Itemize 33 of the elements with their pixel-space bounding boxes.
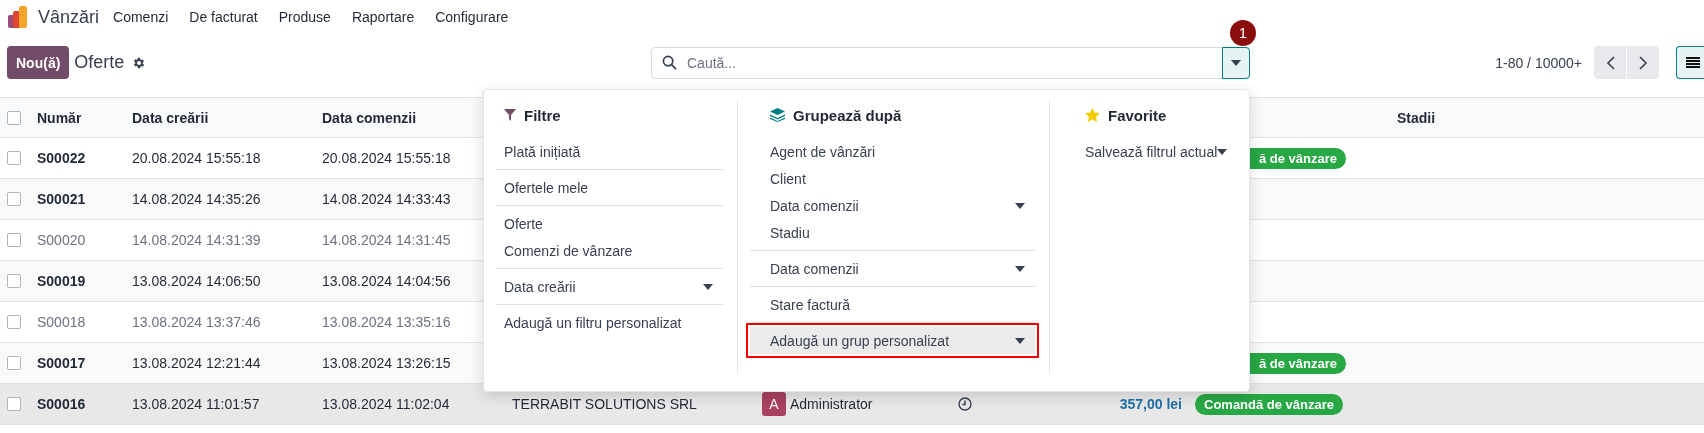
table-cell-text: S00017 — [36, 355, 87, 371]
table-cell-text: 13.08.2024 13:35:16 — [321, 314, 452, 330]
table-cell-text: S00018 — [36, 314, 87, 330]
table-cell-text: S00016 — [36, 396, 87, 412]
table-cell-text: 357,00 lei — [1119, 396, 1183, 412]
table-cell-text: 14.08.2024 14:33:43 — [321, 191, 452, 207]
table-cell-text: S00020 — [36, 232, 87, 248]
step-badge: 1 — [1230, 19, 1256, 46]
table-cell-text: 14.08.2024 14:31:45 — [321, 232, 452, 248]
status-tag: ă de vânzare — [1250, 352, 1347, 374]
table-cell-text: 20.08.2024 15:55:18 — [131, 150, 262, 166]
table-cell-text: 13.08.2024 11:02:04 — [321, 396, 451, 412]
table-cell-text: 13.08.2024 11:01:57 — [131, 396, 261, 412]
table-cell-text: TERRABIT SOLUTIONS SRL — [511, 396, 698, 412]
table-cell-text: 13.08.2024 12:21:44 — [131, 355, 262, 371]
section-title: Grupează după — [793, 106, 902, 124]
table-cell-text: S00021 — [36, 191, 87, 207]
section-title: Filtre — [524, 106, 561, 124]
table-cell-text: 13.08.2024 14:04:56 — [321, 273, 452, 289]
table-cell: Administrator — [790, 396, 873, 412]
table-cell-text: S00022 — [36, 150, 87, 166]
table-cell-text: 13.08.2024 13:37:46 — [131, 314, 262, 330]
table-cell-text: 14.08.2024 14:31:39 — [131, 232, 262, 248]
avatar: A — [762, 392, 786, 416]
table-cell-text: 14.08.2024 14:35:26 — [131, 191, 262, 207]
table-cell-text: 20.08.2024 15:55:18 — [321, 150, 452, 166]
view-title: Oferte — [74, 52, 125, 73]
section-title: Favorite — [1108, 106, 1167, 124]
status-tag: ă de vânzare — [1250, 147, 1347, 169]
status-tag: Comandă de vânzare — [1195, 393, 1344, 415]
table-cell-text: 13.08.2024 13:26:15 — [321, 355, 452, 371]
table-cell-text: S00019 — [36, 273, 87, 289]
table-cell-text: 13.08.2024 14:06:50 — [131, 273, 262, 289]
